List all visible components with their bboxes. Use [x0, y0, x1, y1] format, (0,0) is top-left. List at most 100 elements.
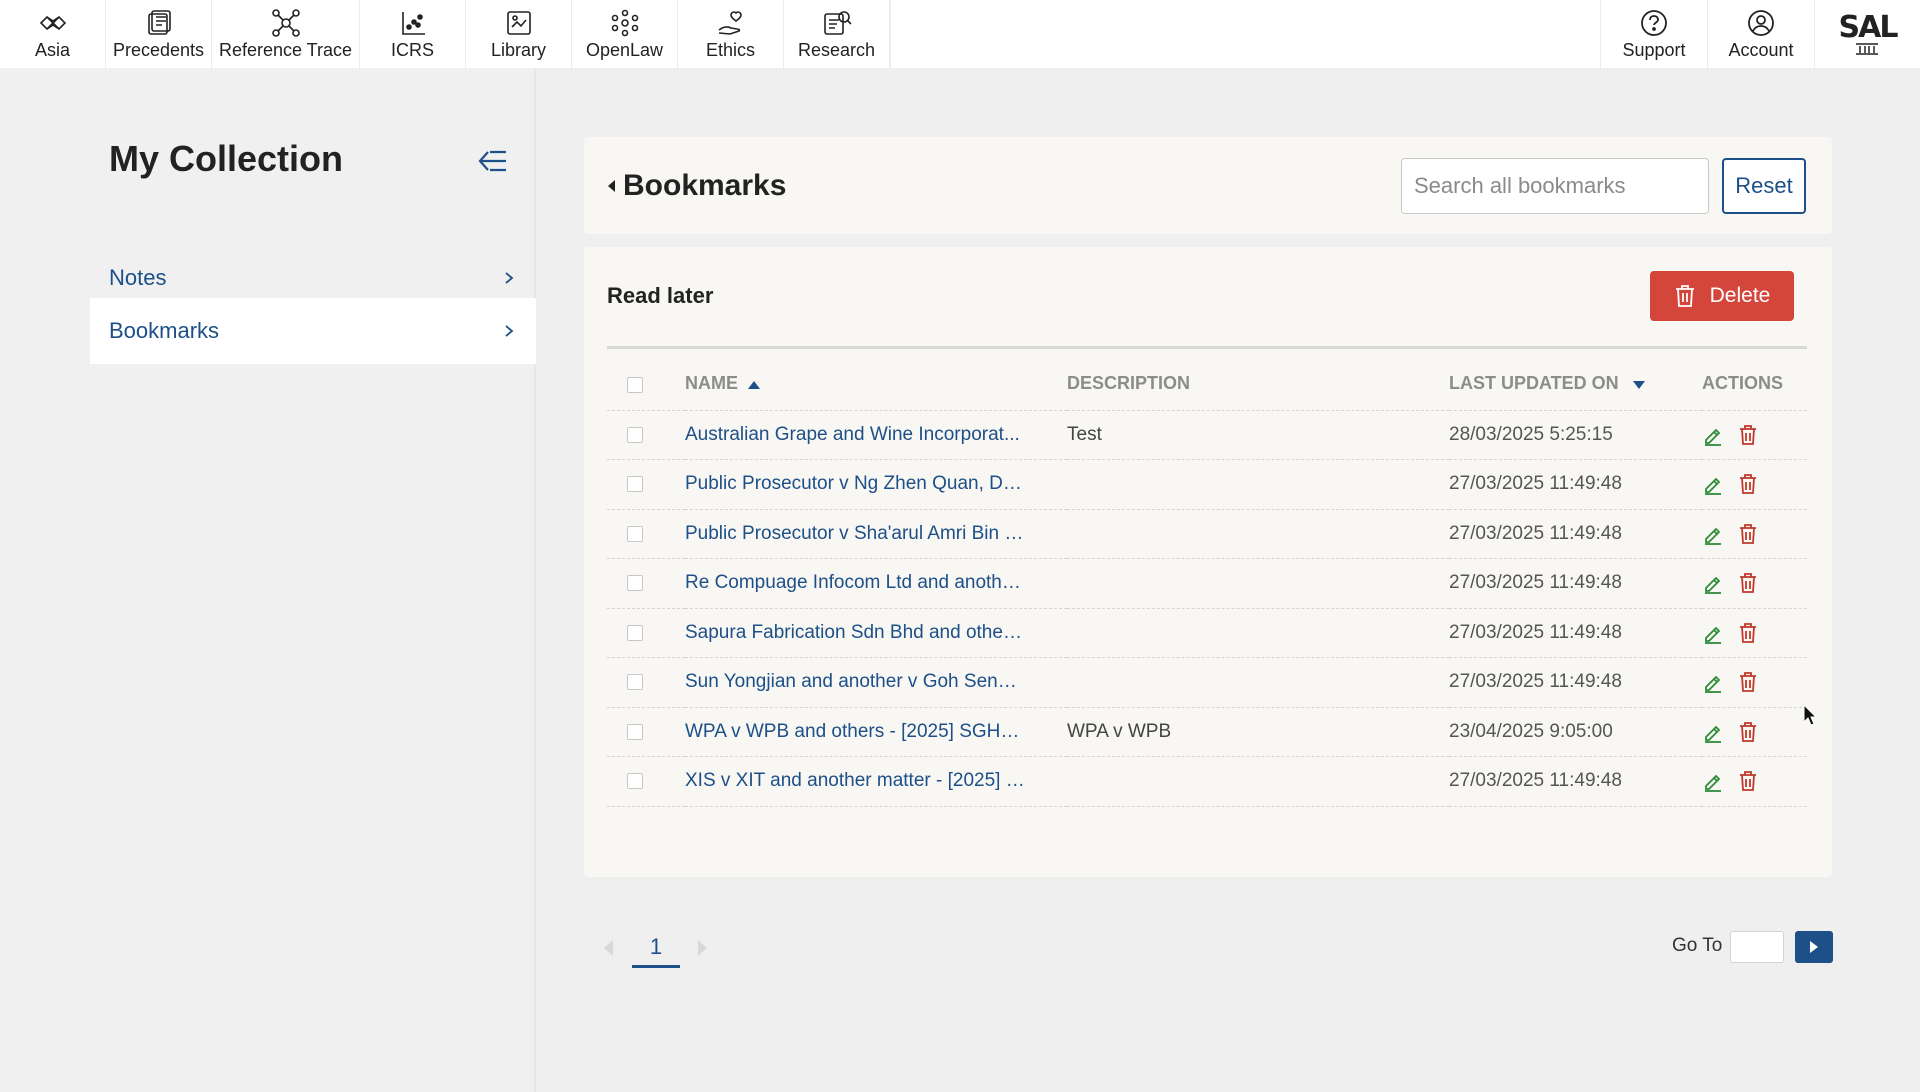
delete-row-icon[interactable] [1737, 424, 1759, 446]
bookmark-name-link[interactable]: Australian Grape and Wine Incorporat... [685, 424, 1020, 446]
sidebar-item-bookmarks[interactable]: Bookmarks [90, 298, 536, 364]
bookmark-description: WPA v WPB [1067, 720, 1172, 742]
row-checkbox[interactable] [627, 575, 643, 592]
bookmark-name-link[interactable]: XIS v XIT and another matter - [2025] S.… [685, 770, 1025, 792]
sal-logo[interactable]: SAL [1814, 0, 1920, 68]
nav-item-precedents[interactable]: Precedents [106, 0, 212, 68]
nav-item-icrs[interactable]: ICRS [360, 0, 466, 68]
delete-row-icon[interactable] [1737, 622, 1759, 644]
nav-label: Library [490, 39, 547, 60]
bookmark-updated-on: 27/03/2025 11:49:48 [1449, 671, 1622, 693]
column-name[interactable]: NAME [685, 358, 1067, 411]
row-name-cell: Sapura Fabrication Sdn Bhd and others ..… [685, 608, 1067, 658]
row-checkbox[interactable] [627, 476, 643, 493]
delete-row-icon[interactable] [1737, 572, 1759, 594]
column-label: DESCRIPTION [1067, 373, 1191, 394]
bookmark-name-link[interactable]: Public Prosecutor v Sha'arul Amri Bin B.… [685, 523, 1025, 545]
bookmark-name-link[interactable]: Public Prosecutor v Ng Zhen Quan, Do... [685, 473, 1025, 495]
edit-icon[interactable] [1702, 770, 1724, 793]
column-label: ACTIONS [1702, 373, 1783, 394]
bookmark-updated-on: 27/03/2025 11:49:48 [1449, 770, 1622, 792]
nav-item-library[interactable]: Library [466, 0, 572, 68]
bookmark-name-link[interactable]: Sun Yongjian and another v Goh Seng H... [685, 671, 1025, 693]
row-description-cell [1067, 459, 1449, 510]
goto-label: Go To [1672, 935, 1723, 956]
goto-page-button[interactable] [1795, 931, 1833, 963]
bookmark-name-link[interactable]: Sapura Fabrication Sdn Bhd and others ..… [685, 622, 1025, 644]
row-date-cell: 27/03/2025 11:49:48 [1449, 608, 1702, 658]
bookmark-updated-on: 23/04/2025 9:05:00 [1449, 720, 1613, 742]
row-checkbox[interactable] [627, 426, 643, 443]
scatter-chart-icon [398, 8, 428, 38]
edit-icon[interactable] [1702, 424, 1724, 446]
goto-page-input[interactable] [1730, 931, 1784, 963]
top-navigation: Asia Precedents Reference Trace ICRS Lib… [0, 0, 1920, 68]
row-checkbox[interactable] [627, 674, 643, 691]
search-input[interactable] [1402, 159, 1714, 213]
delete-row-icon[interactable] [1737, 473, 1759, 495]
sidebar: My Collection Notes Bookmarks [0, 68, 536, 1092]
delete-row-icon[interactable] [1737, 721, 1759, 743]
delete-button[interactable]: Delete [1650, 271, 1794, 321]
edit-icon[interactable] [1702, 473, 1724, 496]
nav-item-openlaw[interactable]: OpenLaw [572, 0, 678, 68]
handshake-icon [38, 8, 68, 38]
row-description-cell [1067, 608, 1449, 658]
bookmark-list-panel: Read later Delete NAME DESCRIPTION LAST … [584, 247, 1832, 877]
row-actions-cell [1702, 657, 1807, 708]
trash-icon [1675, 285, 1694, 307]
select-all-checkbox[interactable] [627, 376, 643, 393]
nav-right-group: Support Account [1600, 0, 1814, 68]
row-checkbox[interactable] [627, 525, 643, 542]
row-actions-cell [1702, 608, 1807, 658]
nav-item-asia[interactable]: Asia [0, 0, 106, 68]
research-search-icon [822, 8, 852, 38]
next-page-icon[interactable] [696, 938, 710, 958]
logo-columns-icon [1856, 43, 1879, 55]
bookmarks-header-panel: Bookmarks Reset [584, 137, 1832, 234]
user-circle-icon [1746, 8, 1776, 38]
bookmark-name-link[interactable]: WPA v WPB and others - [2025] SGHC... [685, 721, 1025, 743]
column-description: DESCRIPTION [1067, 358, 1449, 411]
delete-row-icon[interactable] [1737, 523, 1759, 545]
edit-icon[interactable] [1702, 523, 1724, 545]
row-checkbox[interactable] [627, 624, 643, 641]
nav-item-research[interactable]: Research [784, 0, 890, 68]
nav-item-ethics[interactable]: Ethics [678, 0, 784, 68]
column-last-updated[interactable]: LAST UPDATED ON [1449, 358, 1702, 411]
bookmark-updated-on: 27/03/2025 11:49:48 [1449, 473, 1622, 495]
row-actions-cell [1702, 756, 1807, 807]
edit-icon[interactable] [1702, 572, 1724, 595]
table-header-row: NAME DESCRIPTION LAST UPDATED ON ACTIONS [607, 358, 1807, 411]
nav-item-account[interactable]: Account [1707, 0, 1814, 68]
back-to-bookmarks[interactable]: Bookmarks [608, 169, 786, 203]
reset-button[interactable]: Reset [1722, 158, 1806, 214]
nav-item-reference-trace[interactable]: Reference Trace [212, 0, 360, 68]
edit-icon[interactable] [1702, 671, 1724, 694]
row-checkbox[interactable] [627, 723, 643, 740]
edit-icon[interactable] [1702, 721, 1724, 743]
delete-row-icon[interactable] [1737, 770, 1759, 792]
row-description-cell [1067, 657, 1449, 708]
row-checkbox[interactable] [627, 773, 643, 790]
sort-descending-icon[interactable] [1632, 380, 1645, 389]
bookmark-description: Test [1067, 423, 1102, 445]
bookmark-name-link[interactable]: Re Compuage Infocom Ltd and another... [685, 572, 1025, 594]
bookmark-updated-on: 28/03/2025 5:25:15 [1449, 423, 1613, 445]
row-name-cell: Public Prosecutor v Sha'arul Amri Bin B.… [685, 509, 1067, 559]
previous-page-icon[interactable] [601, 938, 615, 958]
page-number-current[interactable]: 1 [632, 930, 680, 968]
table-row: Re Compuage Infocom Ltd and another... 27… [607, 558, 1807, 609]
nav-item-support[interactable]: Support [1600, 0, 1707, 68]
sort-ascending-icon[interactable] [748, 380, 760, 389]
collapse-sidebar-button[interactable] [476, 144, 510, 178]
delete-row-icon[interactable] [1737, 671, 1759, 693]
bookmark-updated-on: 27/03/2025 11:49:48 [1449, 572, 1622, 594]
row-date-cell: 27/03/2025 11:49:48 [1449, 509, 1702, 559]
table-row: XIS v XIT and another matter - [2025] S.… [607, 756, 1807, 807]
edit-icon[interactable] [1702, 622, 1724, 644]
row-date-cell: 28/03/2025 5:25:15 [1449, 410, 1702, 460]
row-description-cell: WPA v WPB [1067, 707, 1449, 757]
row-description-cell [1067, 558, 1449, 609]
